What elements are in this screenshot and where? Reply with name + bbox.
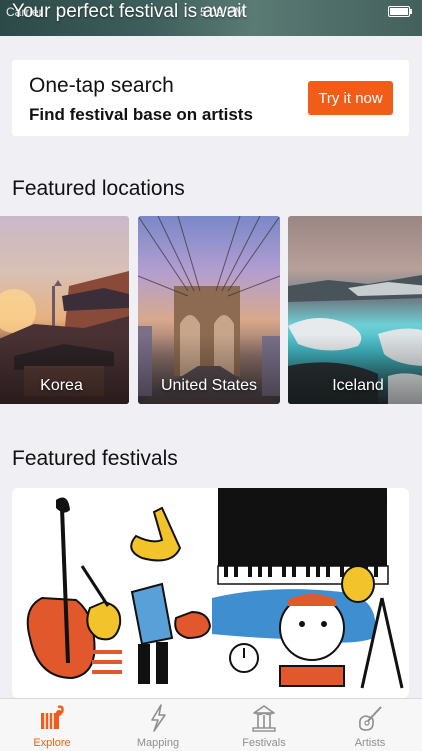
header-tagline: Your perfect festival is await — [12, 1, 247, 22]
location-label-united-states: United States — [160, 377, 258, 394]
tab-label-artists: Artists — [354, 737, 386, 749]
festival-illustration — [26, 488, 404, 689]
tab-bar: Explore Mapping Festivals Artists — [0, 698, 422, 751]
search-card-subtitle: Find festival base on artists — [29, 105, 253, 124]
location-card-united-states[interactable]: United States — [138, 216, 280, 404]
battery-icon — [388, 6, 412, 17]
tab-artists[interactable]: Artists — [330, 699, 410, 751]
location-label-korea: Korea — [40, 377, 83, 394]
tab-mapping[interactable]: Mapping — [118, 699, 198, 751]
location-label-iceland: Iceland — [332, 377, 384, 394]
search-card-title: One-tap search — [29, 74, 174, 97]
guitar-icon — [359, 706, 382, 731]
festival-card[interactable] — [12, 488, 409, 698]
carousel-icon — [252, 705, 276, 732]
try-it-now-button[interactable]: Try it now — [308, 81, 393, 115]
tab-label-festivals: Festivals — [242, 737, 286, 749]
location-card-korea[interactable]: Korea — [0, 216, 129, 404]
explore-icon — [41, 705, 64, 729]
tab-explore[interactable]: Explore — [12, 699, 92, 751]
lightning-icon — [151, 704, 166, 732]
location-card-iceland[interactable]: Iceland — [288, 216, 422, 404]
featured-locations-title: Featured locations — [12, 177, 185, 200]
status-bar: Carrier 5:09 PM Your perfect festival is… — [0, 0, 422, 36]
tab-label-mapping: Mapping — [136, 737, 180, 749]
one-tap-search-card: One-tap search Find festival base on art… — [12, 60, 409, 136]
tab-festivals[interactable]: Festivals — [224, 699, 304, 751]
tab-label-explore: Explore — [33, 737, 71, 749]
featured-festivals-title: Featured festivals — [12, 447, 178, 470]
